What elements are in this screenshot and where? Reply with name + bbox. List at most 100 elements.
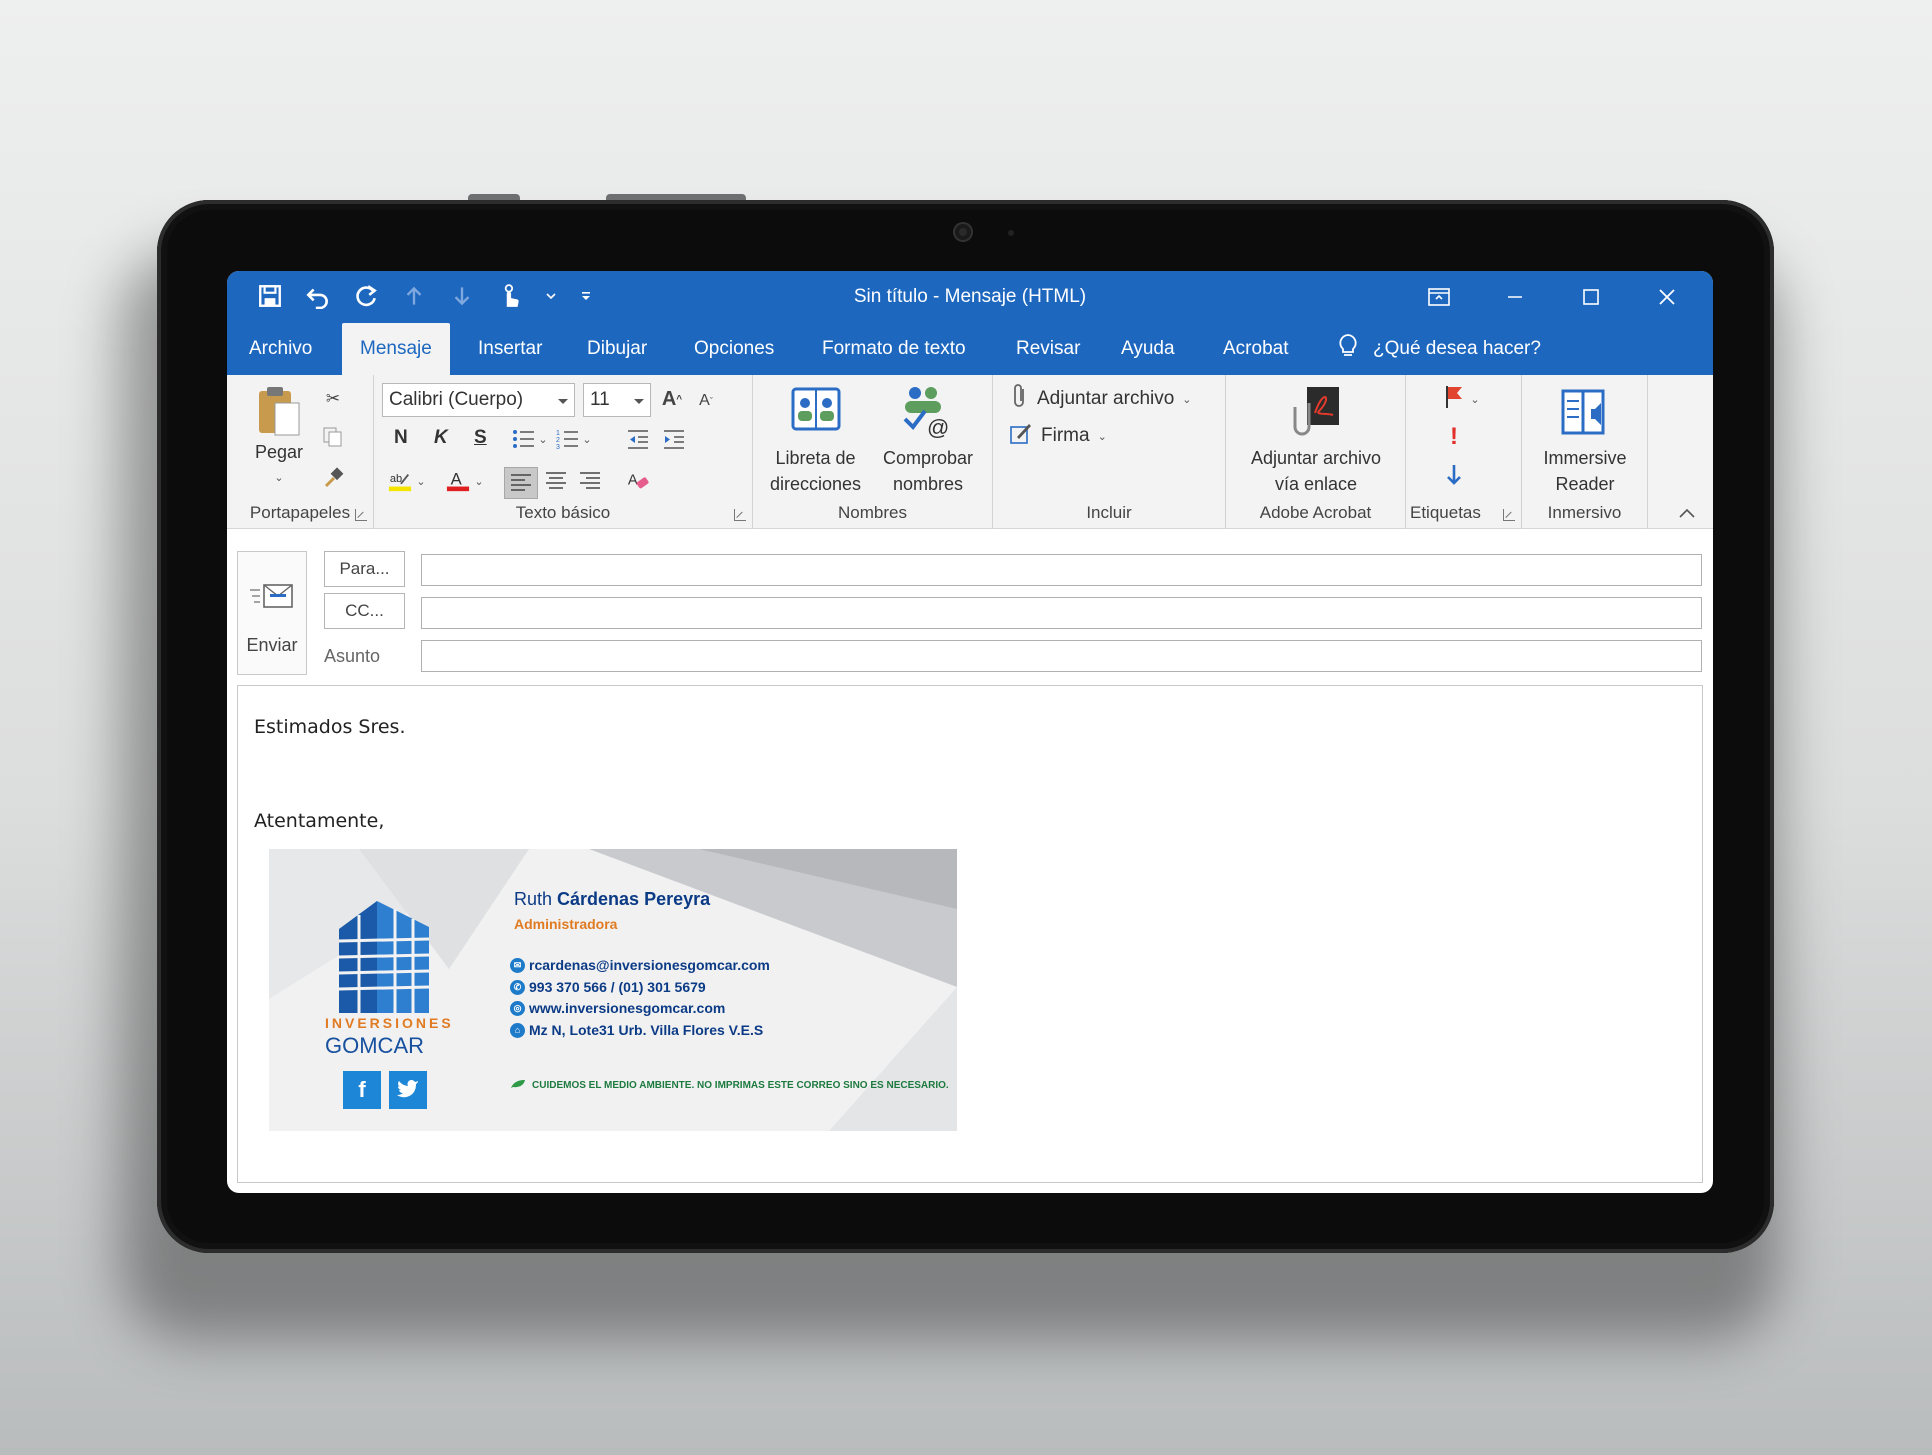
copy-icon[interactable] <box>321 425 345 449</box>
collapse-ribbon-icon[interactable] <box>1675 501 1699 525</box>
clipboard-launcher-icon[interactable] <box>355 509 367 521</box>
follow-up-dropdown-icon[interactable]: ⌄ <box>1468 387 1482 411</box>
minimize-icon[interactable] <box>1477 279 1553 315</box>
low-importance-icon[interactable] <box>1442 463 1466 487</box>
tab-opciones[interactable]: Opciones <box>694 323 774 375</box>
align-left-icon[interactable] <box>504 467 538 499</box>
attach-file-button[interactable]: Adjuntar archivo ⌄ <box>1011 383 1192 415</box>
check-names-button[interactable]: @ Comprobar nombres <box>873 383 983 497</box>
subject-field[interactable] <box>421 640 1702 672</box>
group-nombres: Libreta de direcciones @ Comprobar nombr… <box>753 375 993 529</box>
close-icon[interactable] <box>1629 279 1705 315</box>
signature-email: rcardenas@inversionesgomcar.com <box>529 957 770 973</box>
tags-launcher-icon[interactable] <box>1503 509 1515 521</box>
font-launcher-icon[interactable] <box>734 509 746 521</box>
shrink-font-icon[interactable]: Aˇ <box>694 389 718 413</box>
highlight-dropdown-icon[interactable]: ⌄ <box>414 469 428 493</box>
increase-indent-icon[interactable] <box>662 427 686 451</box>
follow-up-flag-icon[interactable] <box>1442 385 1466 409</box>
tell-me-label: ¿Qué desea hacer? <box>1373 338 1541 359</box>
signature-role: Administradora <box>514 916 618 932</box>
signature-dropdown-icon: ⌄ <box>1097 430 1107 443</box>
twitter-icon[interactable] <box>389 1071 427 1109</box>
immersive-reader-button[interactable]: Immersive Reader <box>1528 383 1642 497</box>
immersive-reader-icon <box>1528 383 1642 445</box>
signature-pen-icon <box>1009 421 1033 451</box>
cut-icon[interactable]: ✂ <box>321 387 345 411</box>
numbering-icon[interactable]: 123 <box>556 427 580 451</box>
email-icon: ✉ <box>510 957 525 973</box>
tab-archivo[interactable]: Archivo <box>249 323 312 375</box>
facebook-icon[interactable]: f <box>343 1071 381 1109</box>
font-color-dropdown-icon[interactable]: ⌄ <box>472 469 486 493</box>
gomcar-building-logo <box>338 901 430 1013</box>
send-button[interactable]: Enviar <box>237 551 307 675</box>
bullets-dropdown-icon[interactable]: ⌄ <box>536 427 550 451</box>
title-bar: Sin título - Mensaje (HTML) <box>227 271 1713 323</box>
outlook-compose-window: Sin título - Mensaje (HTML) Archivo Mens… <box>227 271 1713 1193</box>
font-name-select[interactable]: Calibri (Cuerpo) <box>382 383 575 417</box>
window-controls <box>1401 279 1705 315</box>
signature-email-row[interactable]: ✉ rcardenas@inversionesgomcar.com <box>510 957 770 973</box>
font-color-icon[interactable]: A <box>446 469 470 493</box>
highlight-icon[interactable]: ab <box>388 469 412 493</box>
attach-via-link-button[interactable]: Adjuntar archivo vía enlace <box>1234 383 1398 497</box>
maximize-icon[interactable] <box>1553 279 1629 315</box>
logo-wordmark-top: INVERSIONES <box>325 1015 454 1031</box>
ribbon-tabs: Archivo Mensaje Insertar Dibujar Opcione… <box>227 323 1713 375</box>
svg-text:A: A <box>451 470 463 489</box>
tab-mensaje[interactable]: Mensaje <box>342 323 450 375</box>
align-center-icon[interactable] <box>544 469 568 493</box>
bullets-icon[interactable] <box>512 427 536 451</box>
font-size-select[interactable]: 11 <box>583 383 651 417</box>
numbering-dropdown-icon[interactable]: ⌄ <box>580 427 594 451</box>
signature-label: Firma <box>1041 425 1090 446</box>
italic-button[interactable]: K <box>434 427 448 449</box>
underline-button[interactable]: S <box>474 427 487 449</box>
format-painter-icon[interactable] <box>321 465 345 489</box>
group-label-nombres: Nombres <box>838 503 907 522</box>
signature-address: Mz N, Lote31 Urb. Villa Flores V.E.S <box>529 1022 764 1038</box>
cc-field[interactable] <box>421 597 1702 629</box>
light-sensor <box>1008 230 1014 236</box>
check-names-icon: @ <box>873 383 983 445</box>
signature-first-name: Ruth <box>514 889 558 909</box>
attach-via-link-label-line2: vía enlace <box>1274 474 1358 494</box>
ribbon: Pegar ⌄ ✂ Portapapeles Calibri (Cuerpo) … <box>227 375 1713 529</box>
to-button[interactable]: Para... <box>324 551 405 587</box>
immersive-reader-label-line2: Reader <box>1555 474 1615 494</box>
paste-dropdown-icon[interactable]: ⌄ <box>247 465 311 491</box>
grow-font-icon[interactable]: A ^ <box>660 387 684 411</box>
tab-formato-de-texto[interactable]: Formato de texto <box>822 323 966 375</box>
align-right-icon[interactable] <box>578 469 602 493</box>
clear-formatting-icon[interactable]: A <box>626 469 650 493</box>
globe-icon: ◎ <box>510 1000 525 1016</box>
attach-via-link-label-line1: Adjuntar archivo <box>1250 448 1382 468</box>
decrease-indent-icon[interactable] <box>626 427 650 451</box>
signature-address-row: ⌂ Mz N, Lote31 Urb. Villa Flores V.E.S <box>510 1022 763 1038</box>
tab-dibujar[interactable]: Dibujar <box>587 323 647 375</box>
ribbon-display-options-icon[interactable] <box>1401 279 1477 315</box>
cc-button[interactable]: CC... <box>324 593 405 629</box>
tab-insertar[interactable]: Insertar <box>478 323 542 375</box>
group-incluir: Adjuntar archivo ⌄ Firma ⌄ Incluir <box>993 375 1226 529</box>
high-importance-icon[interactable]: ! <box>1442 423 1466 450</box>
svg-text:3: 3 <box>556 444 560 450</box>
address-book-button[interactable]: Libreta de direcciones <box>763 383 868 497</box>
phone-icon: ✆ <box>510 979 525 995</box>
signature-website-row[interactable]: ◎ www.inversionesgomcar.com <box>510 1000 725 1016</box>
signature-button[interactable]: Firma ⌄ <box>1009 421 1107 451</box>
tab-revisar[interactable]: Revisar <box>1016 323 1080 375</box>
group-inmersivo: Immersive Reader Inmersivo <box>1522 375 1648 529</box>
tell-me-box[interactable]: ¿Qué desea hacer? <box>1337 323 1541 375</box>
home-icon: ⌂ <box>510 1022 525 1038</box>
bold-button[interactable]: N <box>394 427 408 449</box>
tab-acrobat[interactable]: Acrobat <box>1223 323 1288 375</box>
to-field[interactable] <box>421 554 1702 586</box>
svg-text:2: 2 <box>556 437 560 444</box>
address-book-label-line2: direcciones <box>769 474 862 494</box>
tab-ayuda[interactable]: Ayuda <box>1121 323 1175 375</box>
paste-button[interactable]: Pegar ⌄ <box>247 383 311 491</box>
signature-phone-row: ✆ 993 370 566 / (01) 301 5679 <box>510 979 706 995</box>
send-envelope-icon <box>248 582 296 617</box>
